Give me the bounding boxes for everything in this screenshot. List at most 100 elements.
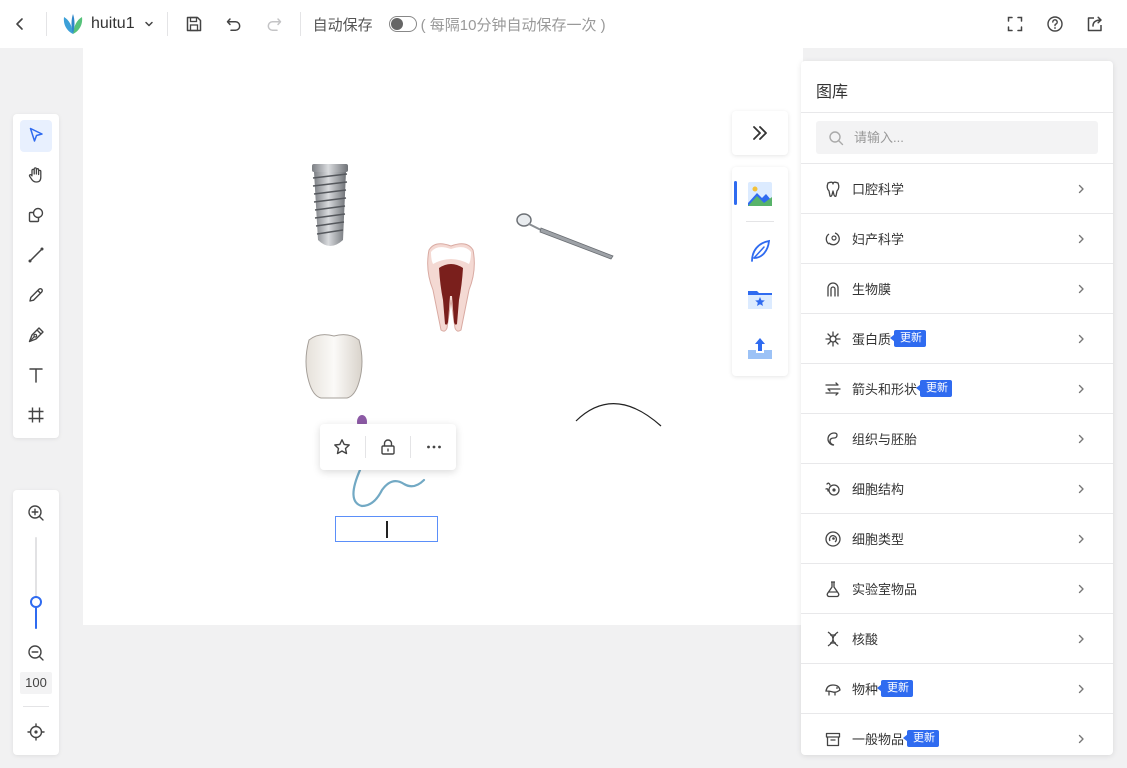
select-tool[interactable] xyxy=(13,115,59,155)
species-icon xyxy=(824,680,842,698)
pencil-tool[interactable] xyxy=(13,275,59,315)
library-category-item[interactable]: 细胞结构 xyxy=(801,464,1113,514)
leaf-logo-icon xyxy=(63,14,83,34)
document-switcher[interactable]: huitu1 xyxy=(53,0,161,48)
tooth-cross-section-image[interactable] xyxy=(425,240,477,334)
tab-favorites[interactable] xyxy=(732,275,788,323)
library-category-label: 口腔科学 xyxy=(852,182,905,197)
search-input[interactable] xyxy=(854,130,1084,145)
library-category-item[interactable]: 箭头和形状 更新 xyxy=(801,364,1113,414)
text-tool[interactable] xyxy=(13,355,59,395)
tab-uploads[interactable] xyxy=(732,324,788,372)
search-icon xyxy=(829,130,844,145)
export-button[interactable] xyxy=(1075,0,1115,48)
library-category-label: 细胞结构 xyxy=(852,482,905,497)
library-category-item[interactable]: 物种 更新 xyxy=(801,664,1113,714)
library-category-label: 细胞类型 xyxy=(852,532,905,547)
library-category-label: 物种 xyxy=(852,682,879,697)
tab-gallery[interactable] xyxy=(732,170,788,218)
chevron-right-icon xyxy=(1075,633,1087,645)
zoom-panel: 100 xyxy=(13,490,59,755)
favorite-button[interactable] xyxy=(320,424,365,470)
zoom-in-button[interactable] xyxy=(13,493,59,533)
text-editor-box[interactable] xyxy=(335,516,438,542)
library-category-item[interactable]: 组织与胚胎 xyxy=(801,414,1113,464)
chevron-down-icon xyxy=(144,21,153,27)
text-t-icon xyxy=(29,368,43,383)
protein-icon xyxy=(824,330,842,348)
tooth-crown-image[interactable] xyxy=(303,332,365,400)
shape-tool[interactable] xyxy=(13,195,59,235)
tooth-icon xyxy=(824,180,842,198)
top-right-actions xyxy=(995,0,1115,48)
upload-tray-icon xyxy=(748,338,772,359)
zoom-level-value[interactable]: 100 xyxy=(20,672,52,694)
more-options-button[interactable] xyxy=(411,424,456,470)
library-category-item[interactable]: 口腔科学 xyxy=(801,164,1113,214)
text-caret xyxy=(386,521,388,538)
autosave-toggle[interactable] xyxy=(388,16,417,32)
pencil-icon xyxy=(29,288,43,302)
lock-button[interactable] xyxy=(366,424,411,470)
zoom-in-icon xyxy=(28,505,44,521)
divider xyxy=(46,12,47,36)
undo-icon xyxy=(226,18,241,31)
cell-structure-icon xyxy=(824,480,842,498)
redo-icon xyxy=(267,18,281,31)
library-category-item[interactable]: 蛋白质 更新 xyxy=(801,314,1113,364)
dental-implant-image[interactable] xyxy=(309,162,351,250)
library-category-item[interactable]: 妇产科学 xyxy=(801,214,1113,264)
chevron-right-icon xyxy=(1075,533,1087,545)
collapse-panel-button[interactable] xyxy=(732,111,788,155)
redo-button[interactable] xyxy=(254,0,294,48)
zoom-out-icon xyxy=(28,645,44,661)
line-tool[interactable] xyxy=(13,235,59,275)
pen-tool[interactable] xyxy=(13,315,59,355)
arc-line-image[interactable] xyxy=(574,394,664,428)
save-button[interactable] xyxy=(174,0,214,48)
top-bar: huitu1 自动保存 ( 每隔10分钟自动保存一次 ) xyxy=(0,0,1127,48)
document-title: huitu1 xyxy=(91,15,135,32)
chevron-right-icon xyxy=(1075,283,1087,295)
library-category-item[interactable]: 生物膜 xyxy=(801,264,1113,314)
library-category-label: 妇产科学 xyxy=(852,232,905,247)
back-button[interactable] xyxy=(0,0,40,48)
dna-icon xyxy=(824,630,842,648)
dental-mirror-image[interactable] xyxy=(516,210,616,260)
favorites-folder-icon xyxy=(748,291,772,309)
fullscreen-icon xyxy=(1007,16,1023,32)
library-category-item[interactable]: 细胞类型 xyxy=(801,514,1113,564)
double-chevron-right-icon xyxy=(753,126,767,140)
drawing-canvas[interactable] xyxy=(83,48,803,625)
library-category-label: 生物膜 xyxy=(852,282,892,297)
frame-icon xyxy=(28,407,44,423)
selection-toolbar xyxy=(320,424,456,470)
new-badge: 更新 xyxy=(890,330,927,347)
fullscreen-button[interactable] xyxy=(995,0,1035,48)
embryo-icon xyxy=(824,430,842,448)
library-category-item[interactable]: 实验室物品 xyxy=(801,564,1113,614)
more-dots-icon xyxy=(426,445,441,449)
help-button[interactable] xyxy=(1035,0,1075,48)
divider xyxy=(23,706,49,707)
divider xyxy=(801,112,1113,113)
export-icon xyxy=(1087,16,1102,32)
feather-icon xyxy=(751,239,771,262)
library-category-label: 一般物品 xyxy=(852,732,905,747)
new-badge: 更新 xyxy=(877,680,914,697)
recenter-button[interactable] xyxy=(13,712,59,752)
library-search xyxy=(816,121,1098,154)
chevron-right-icon xyxy=(1075,383,1087,395)
zoom-slider-handle[interactable] xyxy=(30,596,42,609)
divider xyxy=(166,12,168,36)
library-category-item[interactable]: 一般物品 更新 xyxy=(801,714,1113,755)
frame-tool[interactable] xyxy=(13,395,59,435)
fetus-icon xyxy=(824,230,842,248)
library-title: 图库 xyxy=(816,84,849,101)
zoom-out-button[interactable] xyxy=(13,633,59,673)
undo-button[interactable] xyxy=(214,0,254,48)
chevron-left-icon xyxy=(16,18,23,30)
hand-tool[interactable] xyxy=(13,155,59,195)
tab-illustrations[interactable] xyxy=(732,227,788,275)
library-category-item[interactable]: 核酸 xyxy=(801,614,1113,664)
